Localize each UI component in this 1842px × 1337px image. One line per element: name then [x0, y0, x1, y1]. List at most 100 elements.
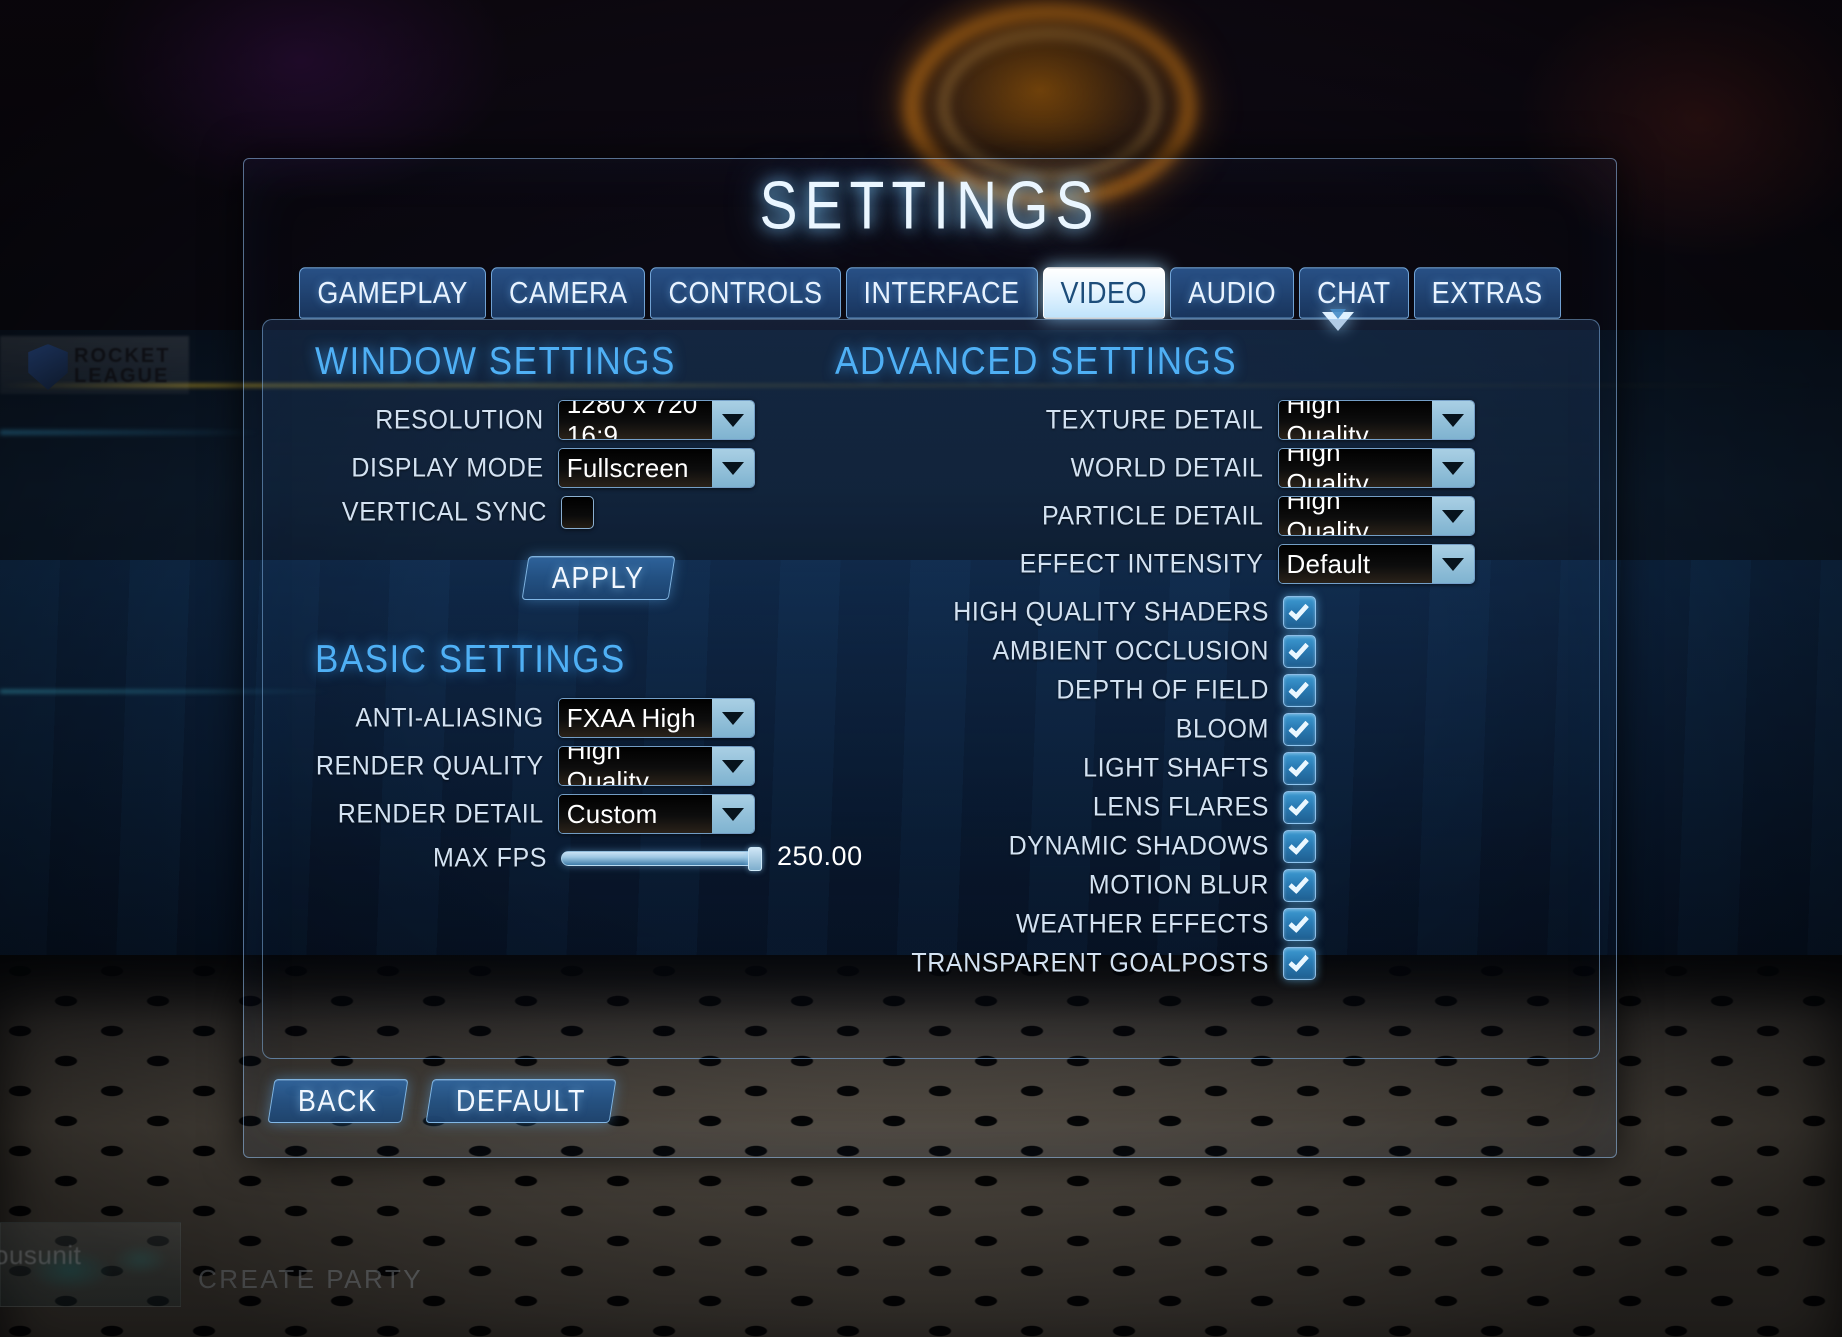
chevron-down-icon[interactable] [712, 449, 754, 487]
tab-label: AUDIO [1188, 275, 1277, 310]
max-fps-slider-knob[interactable] [748, 846, 762, 871]
tab-interface[interactable]: INTERFACE [845, 267, 1038, 319]
depth-of-field-checkbox[interactable] [1283, 674, 1316, 707]
active-tab-chevron-down-icon [1330, 309, 1346, 319]
row-bloom: BLOOM [835, 713, 1475, 746]
back-button[interactable]: BACK [267, 1079, 409, 1123]
settings-content-panel: WINDOW SETTINGS RESOLUTION 1280 x 720 16… [262, 319, 1600, 1059]
ambient-occlusion-checkbox[interactable] [1283, 635, 1316, 668]
row-transparent-goalposts: TRANSPARENT GOALPOSTS [835, 947, 1475, 980]
row-render-quality: RENDER QUALITY High Quality [315, 746, 755, 786]
anti-aliasing-label: ANTI-ALIASING [355, 702, 544, 733]
tab-label: INTERFACE [863, 275, 1020, 310]
tab-label: GAMEPLAY [317, 275, 468, 310]
light-shafts-label: LIGHT SHAFTS [1083, 753, 1269, 783]
light-shafts-checkbox[interactable] [1283, 752, 1316, 785]
max-fps-slider[interactable]: 250.00 [561, 841, 862, 871]
anti-aliasing-value: FXAA High [558, 699, 712, 737]
default-button[interactable]: DEFAULT [425, 1079, 617, 1123]
display-mode-dropdown[interactable]: Fullscreen [557, 448, 755, 488]
render-detail-dropdown[interactable]: Custom [557, 794, 755, 834]
row-texture-detail: TEXTURE DETAIL High Quality [835, 400, 1475, 440]
render-quality-label: RENDER QUALITY [315, 750, 544, 781]
row-weather-effects: WEATHER EFFECTS [835, 908, 1475, 941]
particle-detail-dropdown[interactable]: High Quality [1277, 496, 1475, 536]
tab-video[interactable]: VIDEO [1042, 267, 1166, 319]
bloom-checkbox[interactable] [1283, 713, 1316, 746]
max-fps-label: MAX FPS [433, 843, 547, 873]
tab-camera[interactable]: CAMERA [490, 267, 646, 319]
row-dynamic-shadows: DYNAMIC SHADOWS [835, 830, 1475, 863]
row-ambient-occlusion: AMBIENT OCCLUSION [835, 635, 1475, 668]
row-light-shafts: LIGHT SHAFTS [835, 752, 1475, 785]
advanced-settings-heading: ADVANCED SETTINGS [835, 340, 1238, 383]
row-high-quality-shaders: HIGH QUALITY SHADERS [835, 596, 1475, 629]
tab-label: EXTRAS [1431, 275, 1543, 310]
anti-aliasing-dropdown[interactable]: FXAA High [557, 698, 755, 738]
resolution-value: 1280 x 720 16:9 [558, 401, 712, 439]
row-world-detail: WORLD DETAIL High Quality [835, 448, 1475, 488]
depth-of-field-label: DEPTH OF FIELD [1056, 675, 1269, 705]
chevron-down-icon[interactable] [712, 699, 754, 737]
page-title: SETTINGS [759, 168, 1101, 244]
effect-intensity-label: EFFECT INTENSITY [1019, 548, 1264, 579]
tab-gameplay[interactable]: GAMEPLAY [299, 267, 486, 319]
default-button-label: DEFAULT [455, 1083, 586, 1118]
display-mode-value: Fullscreen [558, 449, 712, 487]
row-lens-flares: LENS FLARES [835, 791, 1475, 824]
settings-tab-bar: GAMEPLAY CAMERA CONTROLS INTERFACE VIDEO AUDI… [244, 267, 1616, 319]
chevron-down-icon[interactable] [712, 795, 754, 833]
tab-extras[interactable]: EXTRAS [1413, 267, 1561, 319]
apply-button[interactable]: APPLY [521, 556, 676, 600]
max-fps-slider-track[interactable] [561, 851, 761, 866]
tab-controls[interactable]: CONTROLS [650, 267, 841, 319]
lens-flares-label: LENS FLARES [1092, 792, 1269, 822]
tab-audio[interactable]: AUDIO [1170, 267, 1295, 319]
dynamic-shadows-checkbox[interactable] [1283, 830, 1316, 863]
chevron-down-icon[interactable] [1432, 401, 1474, 439]
weather-effects-checkbox[interactable] [1283, 908, 1316, 941]
render-quality-dropdown[interactable]: High Quality [557, 746, 755, 786]
row-effect-intensity: EFFECT INTENSITY Default [835, 544, 1475, 584]
texture-detail-value: High Quality [1278, 401, 1432, 439]
tab-label: VIDEO [1060, 275, 1148, 310]
chevron-down-icon[interactable] [1432, 497, 1474, 535]
effect-intensity-dropdown[interactable]: Default [1277, 544, 1475, 584]
particle-detail-label: PARTICLE DETAIL [1041, 500, 1264, 531]
motion-blur-checkbox[interactable] [1283, 869, 1316, 902]
vertical-sync-checkbox[interactable] [561, 496, 594, 529]
transparent-goalposts-checkbox[interactable] [1283, 947, 1316, 980]
vertical-sync-label: VERTICAL SYNC [341, 497, 547, 527]
chevron-down-icon[interactable] [712, 747, 754, 785]
tab-label: CONTROLS [668, 275, 823, 310]
world-detail-label: WORLD DETAIL [1070, 452, 1264, 483]
row-max-fps: MAX FPS 250.00 [315, 841, 862, 873]
texture-detail-dropdown[interactable]: High Quality [1277, 400, 1475, 440]
display-mode-label: DISPLAY MODE [351, 452, 544, 483]
row-vertical-sync: VERTICAL SYNC [315, 496, 755, 529]
row-resolution: RESOLUTION 1280 x 720 16:9 [315, 400, 755, 440]
render-detail-value: Custom [558, 795, 712, 833]
resolution-label: RESOLUTION [375, 404, 544, 435]
row-render-detail: RENDER DETAIL Custom [315, 794, 755, 834]
effect-intensity-value: Default [1278, 545, 1432, 583]
high-quality-shaders-checkbox[interactable] [1283, 596, 1316, 629]
world-detail-dropdown[interactable]: High Quality [1277, 448, 1475, 488]
render-quality-value: High Quality [558, 747, 712, 785]
chevron-down-icon[interactable] [712, 401, 754, 439]
weather-effects-label: WEATHER EFFECTS [1016, 909, 1269, 939]
render-detail-label: RENDER DETAIL [337, 798, 544, 829]
tab-label: CHAT [1317, 275, 1391, 310]
resolution-dropdown[interactable]: 1280 x 720 16:9 [557, 400, 755, 440]
row-anti-aliasing: ANTI-ALIASING FXAA High [315, 698, 755, 738]
tab-label: CAMERA [508, 275, 628, 310]
settings-dialog: SETTINGS GAMEPLAY CAMERA CONTROLS INTERFACE… [243, 158, 1617, 1158]
chevron-down-icon[interactable] [1432, 545, 1474, 583]
lens-flares-checkbox[interactable] [1283, 791, 1316, 824]
chevron-down-icon[interactable] [1432, 449, 1474, 487]
texture-detail-label: TEXTURE DETAIL [1045, 404, 1264, 435]
row-motion-blur: MOTION BLUR [835, 869, 1475, 902]
bloom-label: BLOOM [1175, 714, 1269, 744]
particle-detail-value: High Quality [1278, 497, 1432, 535]
row-particle-detail: PARTICLE DETAIL High Quality [835, 496, 1475, 536]
